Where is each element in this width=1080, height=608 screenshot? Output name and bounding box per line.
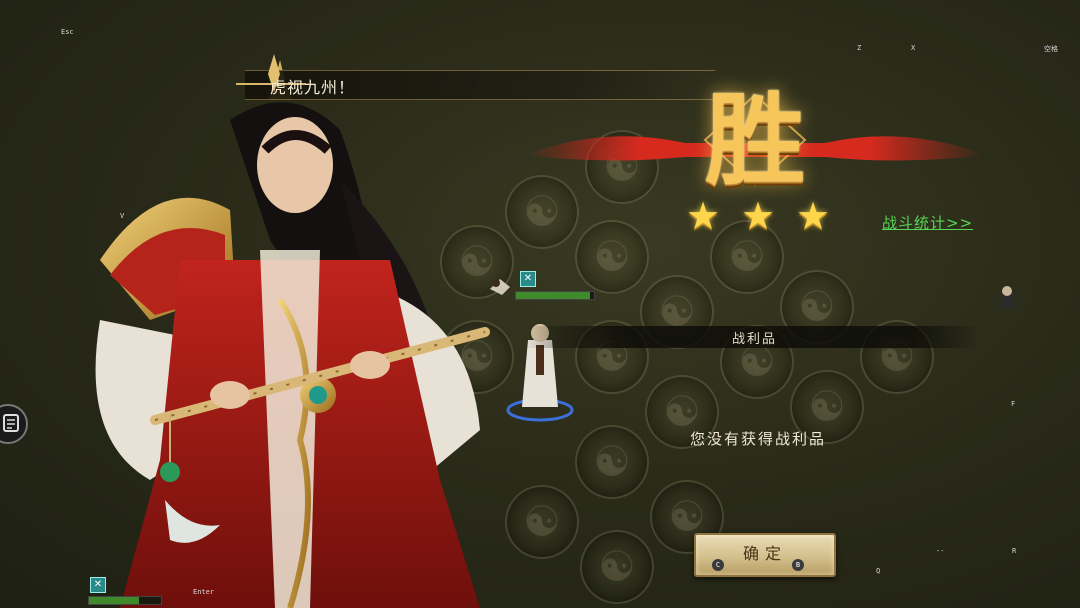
key-hint-z: Z (857, 44, 862, 52)
victory-title: 胜 (705, 81, 805, 199)
star-icon: ★ (740, 194, 776, 238)
confirm-key-hint-left: C (712, 559, 724, 571)
key-hint-f: F (1011, 400, 1016, 408)
no-loot-message: 您没有获得战利品 (690, 430, 827, 448)
star-rating: ★ ★ ★ (683, 196, 833, 236)
star-icon: ★ (685, 194, 721, 238)
card-icon (3, 414, 19, 432)
loot-header: 战利品 (732, 332, 778, 347)
ally-hp-fill (516, 292, 591, 299)
confirm-button[interactable]: 确定 C B (694, 533, 836, 577)
key-hint-space: 空格 (1044, 45, 1058, 53)
taiji-tile (580, 530, 654, 604)
ally-unit-badge: ✕ (520, 271, 536, 287)
bottom-hp-bar (88, 596, 162, 605)
battle-stats-link[interactable]: 战斗统计>> (882, 212, 973, 233)
key-hint-x: X (911, 44, 916, 52)
key-hint-r: R (1012, 547, 1017, 555)
key-hint-esc: Esc (61, 28, 74, 36)
key-hint-dash: -- (936, 547, 945, 555)
hero-portrait (95, 60, 490, 608)
bottom-unit-badge: ✕ (90, 577, 106, 593)
key-hint-v: V (120, 212, 125, 220)
taiji-tile (575, 220, 649, 294)
confirm-key-hint-right: B (792, 559, 804, 571)
key-hint-q: Q (876, 567, 881, 575)
hero-quote-text: 虎视九州！ (270, 78, 356, 97)
taiji-tile (575, 425, 649, 499)
enemy-unit-sprite (1001, 286, 1013, 309)
key-hint-enter: Enter (193, 588, 215, 596)
bottom-hp-fill (89, 597, 140, 604)
ally-hp-bar (515, 291, 595, 300)
star-icon: ★ (795, 194, 831, 238)
